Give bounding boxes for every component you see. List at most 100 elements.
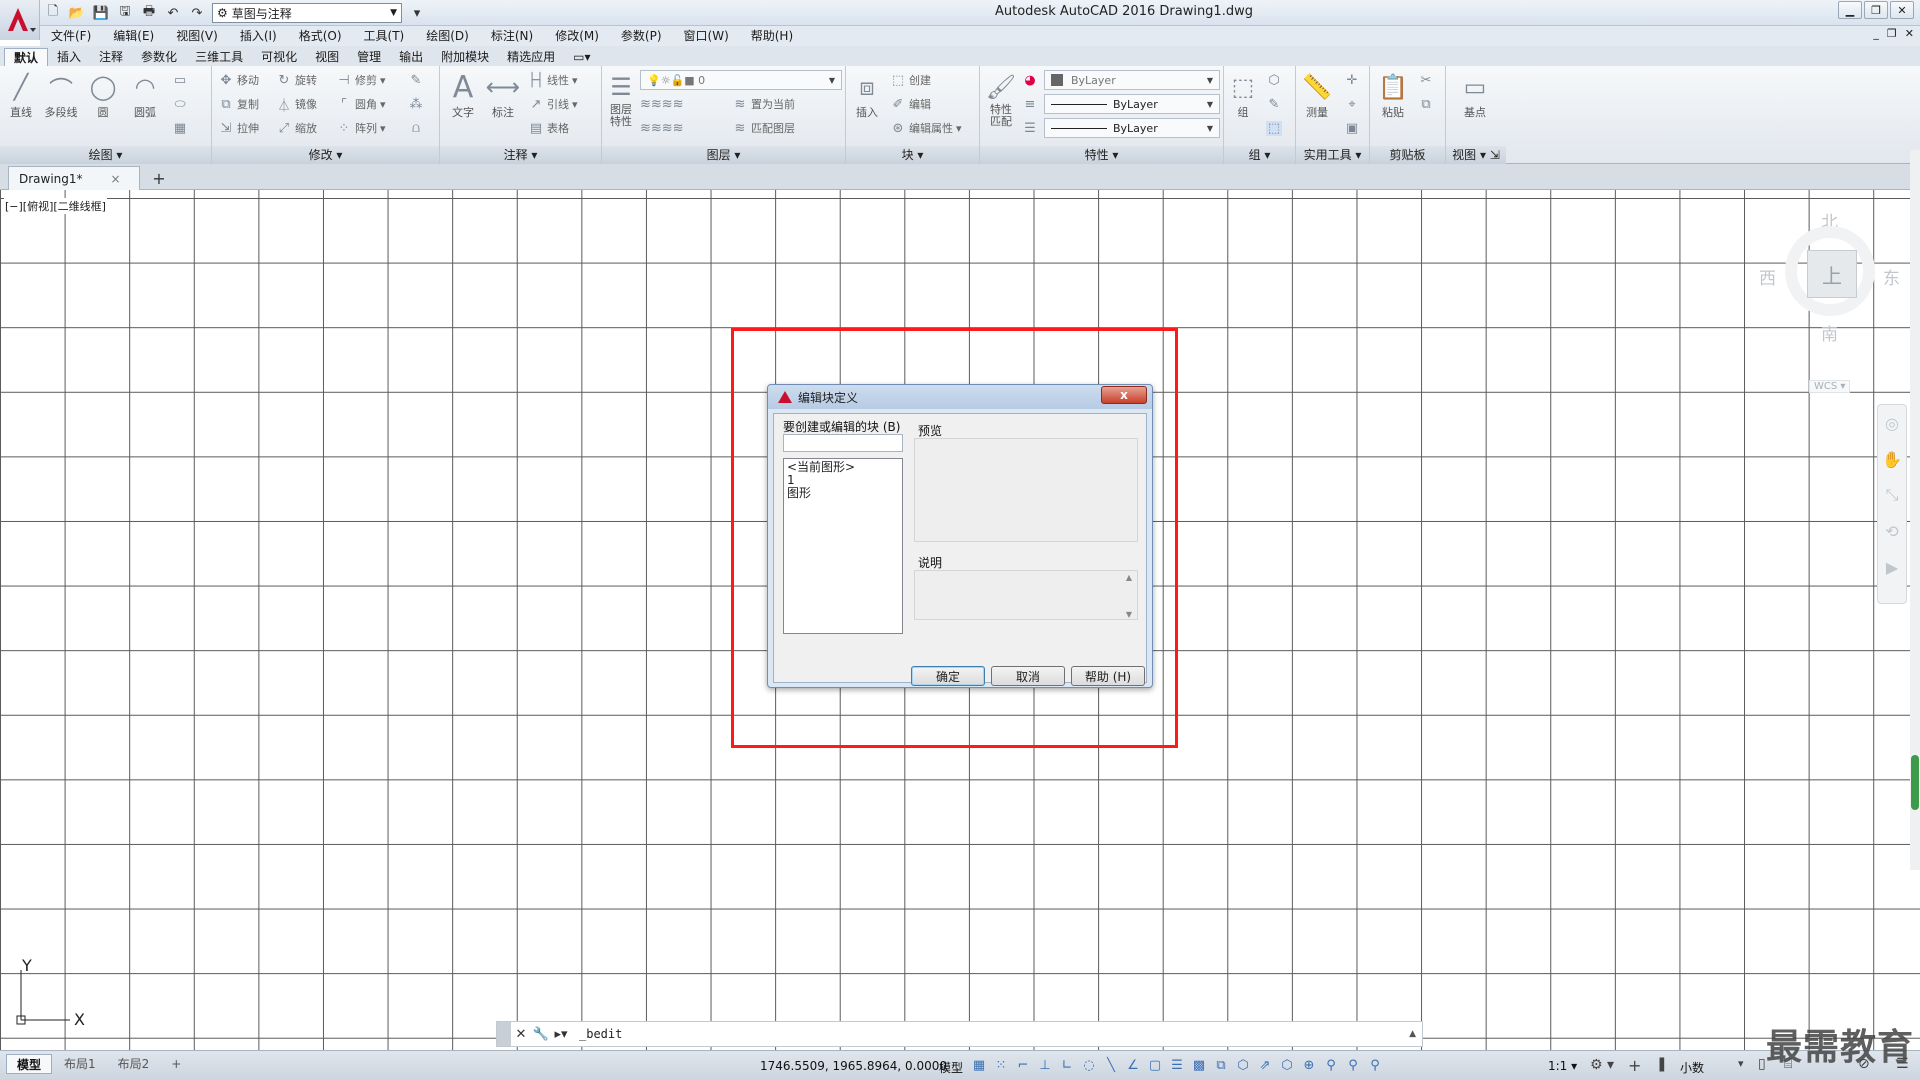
description-scrollbar[interactable]: ▲ ▼ (1123, 573, 1135, 619)
save-as-icon[interactable]: 🖫 (116, 4, 134, 22)
color-select[interactable]: ByLayer ▼ (1044, 70, 1220, 90)
gizmo-icon[interactable]: ⊕ (1300, 1056, 1318, 1074)
hatch-button[interactable]: ▦ (172, 118, 188, 138)
workspace-select[interactable]: ⚙ 草图与注释 ▼ (212, 3, 402, 23)
annotation-scale-icon[interactable]: ⚲ (1366, 1056, 1384, 1074)
doc-minimize-icon[interactable]: _ (1873, 27, 1879, 40)
object-snap-icon[interactable]: ▢ (1146, 1056, 1164, 1074)
vertical-scrollbar[interactable] (1910, 150, 1920, 870)
offset-button[interactable]: ⩍ (408, 118, 424, 138)
panel-utilities-title[interactable]: 实用工具 ▾ (1296, 146, 1369, 164)
calculator-button[interactable]: ▣ (1344, 118, 1360, 138)
isolate-icon[interactable]: ❚ (1656, 1056, 1668, 1072)
showmotion-icon[interactable]: ▶ (1878, 549, 1906, 585)
linetype-select[interactable]: ByLayer ▼ (1044, 94, 1220, 114)
tab-annotate[interactable]: 注释 (90, 48, 132, 66)
circle-button[interactable]: ◯ 圆 (86, 70, 120, 120)
ungroup-button[interactable]: ⬡ (1266, 70, 1282, 90)
doc-restore-icon[interactable]: ❐ (1887, 27, 1897, 40)
create-block-button[interactable]: ⬚ 创建 (890, 70, 931, 90)
edit-block-button[interactable]: ✐ 编辑 (890, 94, 931, 114)
set-current-button[interactable]: ≋ 置为当前 (732, 94, 795, 114)
line-button[interactable]: ╱ 直线 (4, 70, 38, 120)
command-line[interactable]: ✕ 🔧 ▸▾ _bedit ▲ (496, 1021, 1423, 1047)
menu-tools[interactable]: 工具(T) (353, 26, 416, 46)
erase-button[interactable]: ✎ (408, 70, 424, 90)
layer-tools-row2[interactable]: ≋≋≋≋ (640, 118, 684, 138)
app-menu-button[interactable] (0, 0, 40, 40)
tab-model[interactable]: 模型 (6, 1054, 53, 1074)
menu-edit[interactable]: 编辑(E) (102, 26, 165, 46)
block-name-input[interactable] (783, 434, 903, 452)
print-icon[interactable]: 🖶 (140, 4, 158, 22)
measure-button[interactable]: 📏 测量 (1300, 70, 1334, 120)
locate-button[interactable]: ⌖ (1344, 94, 1360, 114)
doc-close-icon[interactable]: ✕ (1905, 27, 1914, 40)
tab-visualize[interactable]: 可视化 (252, 48, 306, 66)
description-area[interactable]: ▲ ▼ (914, 570, 1138, 620)
panel-clipboard-title[interactable]: 剪贴板 (1370, 146, 1445, 164)
cut-button[interactable]: ✂ (1418, 70, 1434, 90)
redo-icon[interactable]: ↷ (188, 4, 206, 22)
rotate-button[interactable]: ↻ 旋转 (276, 70, 317, 90)
tab-layout2[interactable]: 布局2 (108, 1054, 160, 1074)
match-properties-button[interactable]: 🖌 特性 匹配 (984, 70, 1018, 128)
viewport-controls[interactable]: [−][俯视][二维线框] (4, 198, 107, 214)
menu-format[interactable]: 格式(O) (288, 26, 353, 46)
quick-properties-icon[interactable]: ▯ (1758, 1056, 1766, 1072)
help-button[interactable]: 帮助 (H) (1071, 666, 1145, 686)
panel-modify-title[interactable]: 修改 ▾ (212, 146, 439, 164)
paste-button[interactable]: 📋 粘贴 (1376, 70, 1410, 120)
workspace-gear-icon[interactable]: ⚙ ▾ (1590, 1057, 1614, 1073)
units-chevron-icon[interactable]: ▾ (1738, 1057, 1744, 1070)
command-history-icon[interactable]: ▲ (1409, 1029, 1422, 1039)
close-command-icon[interactable]: ✕ (511, 1022, 531, 1046)
lineweight-select[interactable]: ByLayer ▼ (1044, 118, 1220, 138)
selection-cycling-icon[interactable]: ⧉ (1212, 1056, 1230, 1074)
grid-icon[interactable]: ▦ (970, 1056, 988, 1074)
open-file-icon[interactable]: 📂 (68, 4, 86, 22)
add-layout-button[interactable]: + (161, 1054, 191, 1074)
mirror-button[interactable]: ⏃ 镜像 (276, 94, 317, 114)
leader-button[interactable]: ↗ 引线 ▾ (528, 94, 578, 114)
scale-button[interactable]: ⤢ 缩放 (276, 118, 317, 138)
wrench-icon[interactable]: 🔧 (531, 1022, 551, 1046)
color-wheel-icon[interactable]: ◕ (1022, 70, 1038, 90)
table-button[interactable]: ▤ 表格 (528, 118, 569, 138)
customize-qat-icon[interactable]: ▾ (408, 4, 426, 22)
menu-draw[interactable]: 绘图(D) (415, 26, 480, 46)
infer-icon[interactable]: ⌐ (1014, 1056, 1032, 1074)
dialog-close-button[interactable]: x (1101, 386, 1147, 404)
menu-help[interactable]: 帮助(H) (740, 26, 804, 46)
group-button[interactable]: ⬚ 组 (1226, 70, 1260, 120)
menu-insert[interactable]: 插入(I) (229, 26, 288, 46)
array-button[interactable]: ⁘ 阵列 ▾ (336, 118, 386, 138)
panel-layers-title[interactable]: 图层 ▾ (602, 146, 845, 164)
panel-annotation-title[interactable]: 注释 ▾ (440, 146, 601, 164)
linetype-icon[interactable]: ≡ (1022, 94, 1038, 114)
text-button[interactable]: A 文字 (446, 70, 480, 120)
transparency-icon[interactable]: ▩ (1190, 1056, 1208, 1074)
coordinates-readout[interactable]: 1746.5509, 1965.8964, 0.0000 (760, 1059, 947, 1073)
panel-groups-title[interactable]: 组 ▾ (1224, 146, 1295, 164)
viewcube-east[interactable]: 东 (1883, 264, 1900, 289)
annotation-scale-select[interactable]: 1:1 ▾ (1548, 1059, 1577, 1073)
undo-icon[interactable]: ↶ (164, 4, 182, 22)
close-icon[interactable]: ✕ (1890, 1, 1914, 19)
new-tab-button[interactable]: + (148, 169, 170, 188)
scrollbar-thumb[interactable] (1911, 755, 1919, 810)
tab-3d-tools[interactable]: 三维工具 (186, 48, 252, 66)
ortho-icon[interactable]: ∟ (1058, 1056, 1076, 1074)
tab-featured-apps[interactable]: 精选应用 (498, 48, 564, 66)
rectangle-button[interactable]: ▭ (172, 70, 188, 90)
lineweight-toggle-icon[interactable]: ☰ (1168, 1056, 1186, 1074)
ellipse-button[interactable]: ⬭ (172, 94, 188, 114)
drawing-canvas[interactable]: [−][俯视][二维线框] 北 西 东 南 上 WCS ▾ ◎ ✋ ⤡ ⟲ ▶ … (0, 190, 1920, 1050)
copy-clip-button[interactable]: ⧉ (1418, 94, 1434, 114)
panel-block-title[interactable]: 块 ▾ (846, 146, 979, 164)
viewcube-west[interactable]: 西 (1759, 264, 1776, 289)
auto-scale-icon[interactable]: ⚲ (1344, 1056, 1362, 1074)
viewcube-south[interactable]: 南 (1821, 320, 1838, 345)
insert-block-button[interactable]: ⧈ 插入 (850, 70, 884, 120)
tab-home[interactable]: 默认 (4, 48, 49, 66)
